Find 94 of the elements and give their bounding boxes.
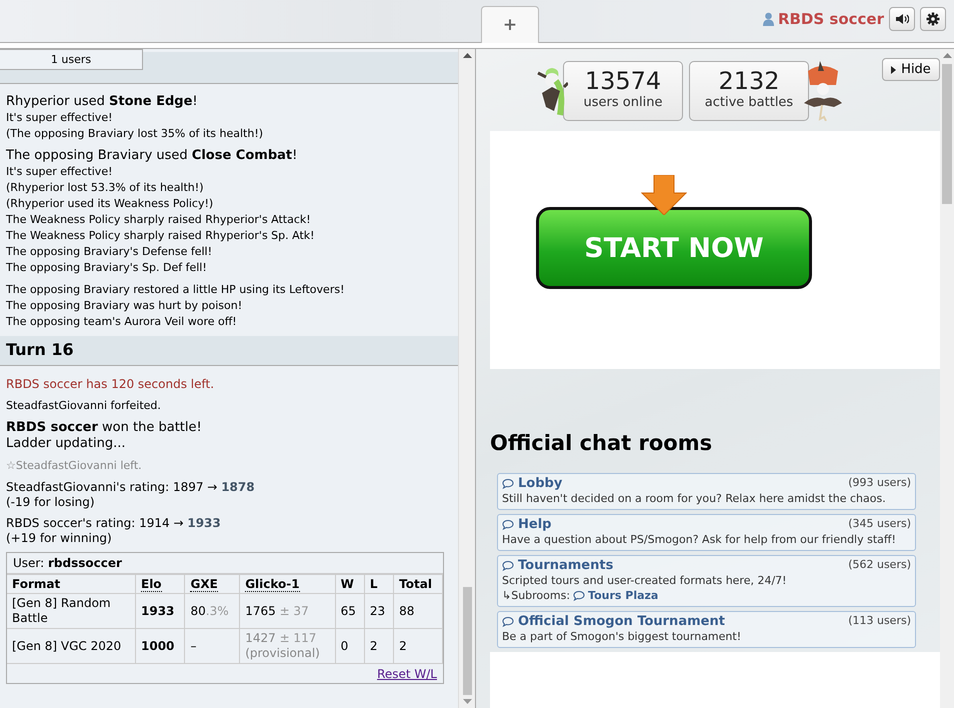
- chat-bubble-icon: [502, 560, 514, 571]
- log-message: The opposing Braviary's Defense fell!: [6, 244, 214, 260]
- table-cell: 0: [335, 628, 364, 664]
- log-message: ☆SteadfastGiovanni left.: [6, 458, 143, 474]
- creature-sprite-icon: [802, 61, 842, 121]
- log-message: RBDS soccer won the battle!: [6, 420, 203, 436]
- log-message: SteadfastGiovanni forfeited.: [6, 398, 162, 414]
- column-header: Format: [12, 577, 60, 591]
- log-message: Rhyperior used Stone Edge!: [6, 94, 199, 110]
- room-name[interactable]: Tournaments: [518, 558, 614, 573]
- log-message: The Weakness Policy sharply raised Rhyperior's Sp. Atk!: [6, 228, 316, 244]
- user-count: (562 users): [848, 558, 911, 571]
- settings-icon: [926, 12, 940, 26]
- stat-label: active battles: [704, 95, 794, 110]
- table-cell: 23: [364, 594, 394, 628]
- column-header: Elo: [141, 577, 162, 592]
- user-count: (113 users): [848, 614, 911, 627]
- table-cell: [Gen 8] VGC 2020: [7, 628, 136, 664]
- log-message: The opposing Braviary restored a little HP using its Leftovers!: [6, 282, 346, 298]
- log-message: RBDS soccer has 120 seconds left.: [6, 376, 216, 392]
- room-name[interactable]: Lobby: [518, 476, 562, 491]
- hide-button[interactable]: Hide: [882, 58, 940, 81]
- column-header: W: [340, 577, 354, 591]
- username[interactable]: RBDS soccer: [778, 10, 884, 28]
- room-card[interactable]: Help (345 users) Have a question about PS/Smogon? Ask for help from our friendly staff!: [497, 514, 916, 551]
- log-message: Ladder updating...: [6, 436, 126, 452]
- log-message: The opposing Braviary was hurt by poison!: [6, 298, 244, 314]
- subrooms-label: ↳Subrooms:: [502, 588, 570, 603]
- table-cell: –: [184, 628, 240, 664]
- scrollbar-thumb[interactable]: [462, 587, 472, 695]
- scrollbar[interactable]: [940, 49, 954, 708]
- room-name[interactable]: Help: [518, 517, 552, 532]
- room-name[interactable]: Official Smogon Tournament: [518, 614, 725, 629]
- table-cell: 1933: [136, 594, 185, 628]
- stat-label: users online: [582, 95, 664, 110]
- log-message: (-19 for losing): [6, 495, 96, 510]
- table-cell: 2: [394, 628, 442, 664]
- reset-link[interactable]: Reset W/L: [377, 667, 437, 681]
- room-card[interactable]: Tournaments (562 users) Scripted tours and user-created formats here, 24/7! ↳Subrooms: Tours Plaza: [497, 555, 916, 607]
- column-header: Total: [399, 577, 432, 591]
- sound-button[interactable]: [889, 7, 915, 31]
- turn-header: Turn 16: [0, 336, 458, 366]
- table-cell: 80.3%: [184, 594, 240, 628]
- column-header: L: [370, 577, 378, 591]
- subroom-link[interactable]: Tours Plaza: [588, 588, 658, 603]
- log-message: The opposing team's Aurora Veil wore off!: [6, 314, 238, 330]
- column-header: GXE: [190, 577, 218, 592]
- table-cell: 1765 ± 37: [240, 594, 336, 628]
- settings-button[interactable]: [920, 7, 946, 31]
- table-cell: [Gen 8] Random Battle: [7, 594, 136, 628]
- log-message: It's super effective!: [6, 110, 114, 126]
- log-message: The opposing Braviary's Sp. Def fell!: [6, 260, 208, 276]
- log-message: (Rhyperior used its Weakness Policy!): [6, 196, 214, 212]
- scroll-up-icon: [462, 53, 472, 58]
- table-cell: 2: [364, 628, 394, 664]
- table-cell: User: rbdssoccer: [7, 553, 443, 574]
- section-heading: Official chat rooms: [490, 430, 714, 456]
- log-message: The Weakness Policy sharply raised Rhyperior's Attack!: [6, 212, 312, 228]
- users-count-tab[interactable]: 1 users: [0, 49, 143, 70]
- stat-value: 2132: [717, 67, 781, 95]
- arrow-down-icon: [641, 175, 687, 215]
- stat-value: 13574: [584, 67, 662, 95]
- log-message: It's super effective!: [6, 164, 114, 180]
- chat-bubble-icon: [573, 590, 586, 601]
- speaker-icon: [895, 13, 909, 25]
- new-tab-button[interactable]: +: [481, 6, 539, 43]
- room-description: Scripted tours and user-created formats here, 24/7!: [502, 573, 788, 588]
- user-count: (345 users): [848, 517, 911, 530]
- scrollbar[interactable]: [458, 49, 475, 708]
- log-message: The opposing Braviary used Close Combat!: [6, 148, 298, 164]
- scroll-down-icon: [462, 699, 472, 704]
- log-message: RBDS soccer's rating: 1914 → 1933: [6, 516, 222, 531]
- table-cell: 1000: [136, 628, 185, 664]
- user-count: (993 users): [848, 476, 911, 489]
- log-message: (+19 for winning): [6, 531, 113, 546]
- scroll-up-icon: [942, 53, 952, 58]
- table-cell: 1427 ± 117 (provisional): [240, 628, 336, 664]
- column-header: Glicko-1: [245, 577, 300, 592]
- play-icon: [891, 66, 896, 74]
- log-message: (The opposing Braviary lost 35% of its health!): [6, 126, 264, 142]
- room-card[interactable]: Official Smogon Tournament (113 users) Be a part of Smogon's biggest tournament!: [497, 611, 916, 648]
- room-description: Be a part of Smogon's biggest tournament!: [502, 629, 742, 644]
- table-cell: 65: [335, 594, 364, 628]
- chat-bubble-icon: [502, 519, 514, 530]
- log-message: (Rhyperior lost 53.3% of its health!): [6, 180, 204, 196]
- table-cell: 88: [394, 594, 442, 628]
- user-icon: [762, 12, 774, 26]
- log-message: SteadfastGiovanni's rating: 1897 → 1878: [6, 480, 256, 495]
- chat-bubble-icon: [502, 478, 514, 489]
- chat-bubble-icon: [502, 616, 514, 627]
- room-card[interactable]: Lobby (993 users) Still haven't decided on a room for you? Relax here amidst the chaos.: [497, 473, 916, 510]
- scrollbar-thumb[interactable]: [942, 64, 952, 204]
- room-description: Have a question about PS/Smogon? Ask for help from our friendly staff!: [502, 532, 897, 547]
- room-description: Still haven't decided on a room for you? Relax here amidst the chaos.: [502, 491, 887, 506]
